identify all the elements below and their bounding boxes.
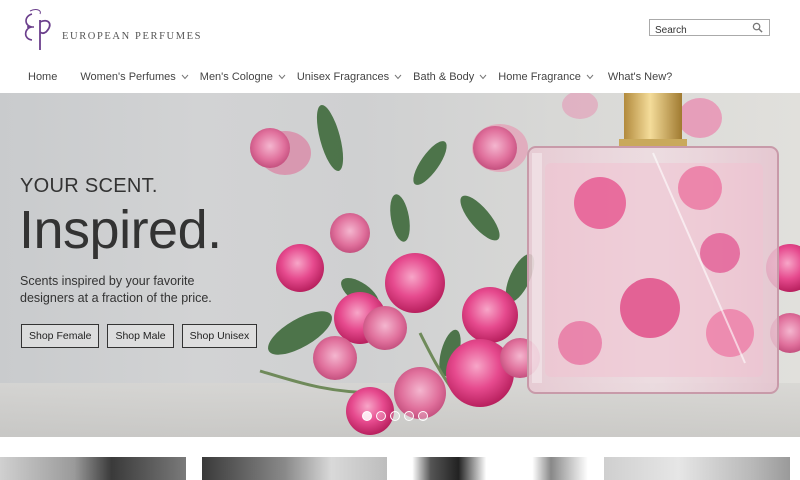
hero-subtitle: Scents inspired by your favorite designe… [20, 274, 212, 305]
nav-item-unisex-fragrances[interactable]: Unisex Fragrances [297, 60, 402, 93]
featured-thumbnail[interactable] [604, 457, 790, 480]
nav-item-label: Men's Cologne [199, 70, 273, 83]
nav-item-label: What's New? [607, 70, 673, 83]
nav-item-bath-body[interactable]: Bath & Body [413, 60, 487, 93]
nav-item-label: Unisex Fragrances [296, 70, 390, 83]
nav-item-home[interactable]: Home [28, 60, 57, 93]
brand-name: EUROPEAN PERFUMES [62, 30, 203, 42]
nav-item-whats-new[interactable]: What's New? [608, 60, 672, 93]
featured-thumbnail[interactable] [403, 457, 588, 480]
carousel-dot[interactable] [404, 411, 414, 421]
shop-female-button[interactable]: Shop Female [21, 324, 100, 348]
nav-item-label: Home Fragrance [498, 70, 581, 83]
hero-image-perfume-roses [0, 93, 800, 437]
carousel-dot[interactable] [418, 411, 428, 421]
search-input[interactable] [650, 23, 750, 38]
carousel-dot[interactable] [362, 411, 372, 421]
shop-male-button[interactable]: Shop Male [107, 324, 174, 348]
hero-banner[interactable]: YOUR SCENT. Inspired. Scents inspired by… [0, 93, 800, 437]
chevron-down-icon [479, 74, 487, 79]
carousel-dot[interactable] [390, 411, 400, 421]
search-box[interactable] [649, 19, 770, 38]
nav-item-home-fragrance[interactable]: Home Fragrance [498, 60, 594, 93]
chevron-down-icon [181, 74, 189, 79]
carousel-dots [362, 411, 428, 421]
hero-kicker: YOUR SCENT. [20, 175, 158, 197]
search-icon[interactable] [752, 22, 763, 33]
nav-item-label: Bath & Body [413, 70, 475, 83]
ep-monogram-icon [24, 9, 51, 50]
chevron-down-icon [394, 74, 402, 79]
featured-thumbnail[interactable] [0, 457, 186, 480]
chevron-down-icon [278, 74, 286, 79]
main-nav: Home Women's Perfumes Men's Cologne Unis… [0, 60, 800, 93]
site-header: EUROPEAN PERFUMES [0, 0, 800, 60]
featured-thumbnails [0, 457, 800, 480]
nav-item-womens-perfumes[interactable]: Women's Perfumes [80, 60, 189, 93]
hero-title: Inspired. [19, 200, 222, 260]
shop-unisex-button[interactable]: Shop Unisex [181, 324, 258, 348]
carousel-dot[interactable] [376, 411, 386, 421]
hero-buttons: Shop Female Shop Male Shop Unisex [21, 324, 258, 348]
chevron-down-icon [586, 74, 594, 79]
nav-item-mens-cologne[interactable]: Men's Cologne [200, 60, 286, 93]
featured-thumbnail[interactable] [202, 457, 387, 480]
nav-item-label: Women's Perfumes [80, 70, 176, 83]
brand-logo[interactable]: EUROPEAN PERFUMES [18, 6, 202, 54]
nav-item-label: Home [28, 70, 58, 83]
